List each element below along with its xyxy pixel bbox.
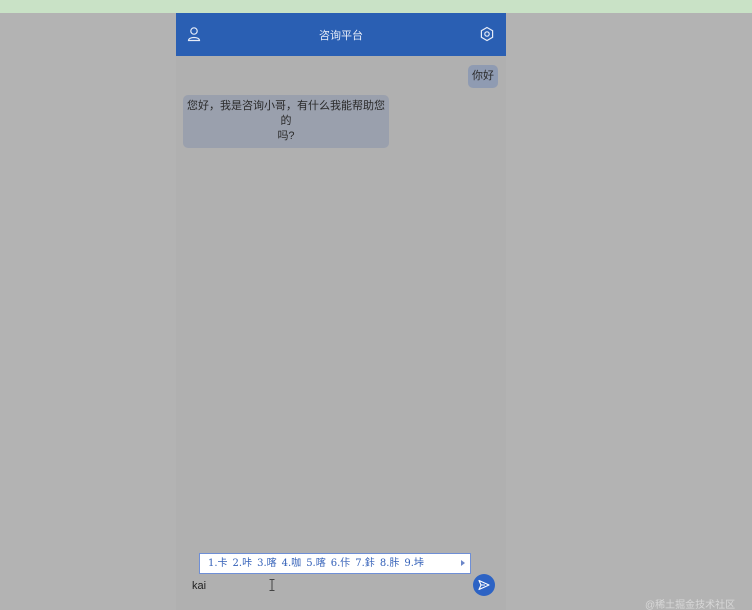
settings-icon[interactable] — [478, 25, 496, 43]
page-title: 咨询平台 — [319, 30, 363, 42]
ime-candidate[interactable]: 8.胩 — [380, 558, 400, 569]
user-message-bubble: 你好 — [468, 65, 498, 88]
bot-message-bubble: 您好，我是咨询小哥，有什么我能帮助您的 吗? — [183, 95, 389, 148]
window-top-strip — [0, 0, 752, 13]
ime-candidate[interactable]: 2.咔 — [233, 558, 253, 569]
message-text-line: 您好，我是咨询小哥，有什么我能帮助您的 — [187, 100, 385, 127]
ime-candidate[interactable]: 7.鉲 — [355, 558, 375, 569]
ime-candidate[interactable]: 9.垰 — [404, 558, 424, 569]
chat-input[interactable] — [192, 576, 462, 596]
send-icon — [478, 579, 490, 591]
ime-candidate[interactable]: 4.咖 — [282, 558, 302, 569]
chevron-right-icon[interactable] — [461, 560, 465, 566]
ime-candidate[interactable]: 6.佧 — [331, 558, 351, 569]
app-header: 咨询平台 — [176, 13, 506, 56]
text-cursor-icon — [269, 578, 275, 591]
send-button[interactable] — [473, 574, 495, 596]
chat-app: 咨询平台 你好 您好，我是咨询小哥，有什么我能帮助您的 吗? — [176, 13, 506, 610]
ime-candidate[interactable]: 3.喀 — [257, 558, 277, 569]
ime-candidate-bar: 1.卡 2.咔 3.喀 4.咖 5.喀 6.佧 7.鉲 8.胩 9.垰 — [199, 553, 471, 574]
watermark: @稀土掘金技术社区 — [645, 600, 736, 610]
message-text: 你好 — [472, 70, 494, 82]
ime-candidate[interactable]: 1.卡 — [208, 558, 228, 569]
message-text-line: 吗? — [277, 130, 295, 142]
chat-input-row — [176, 574, 506, 600]
ime-candidate[interactable]: 5.喀 — [306, 558, 326, 569]
